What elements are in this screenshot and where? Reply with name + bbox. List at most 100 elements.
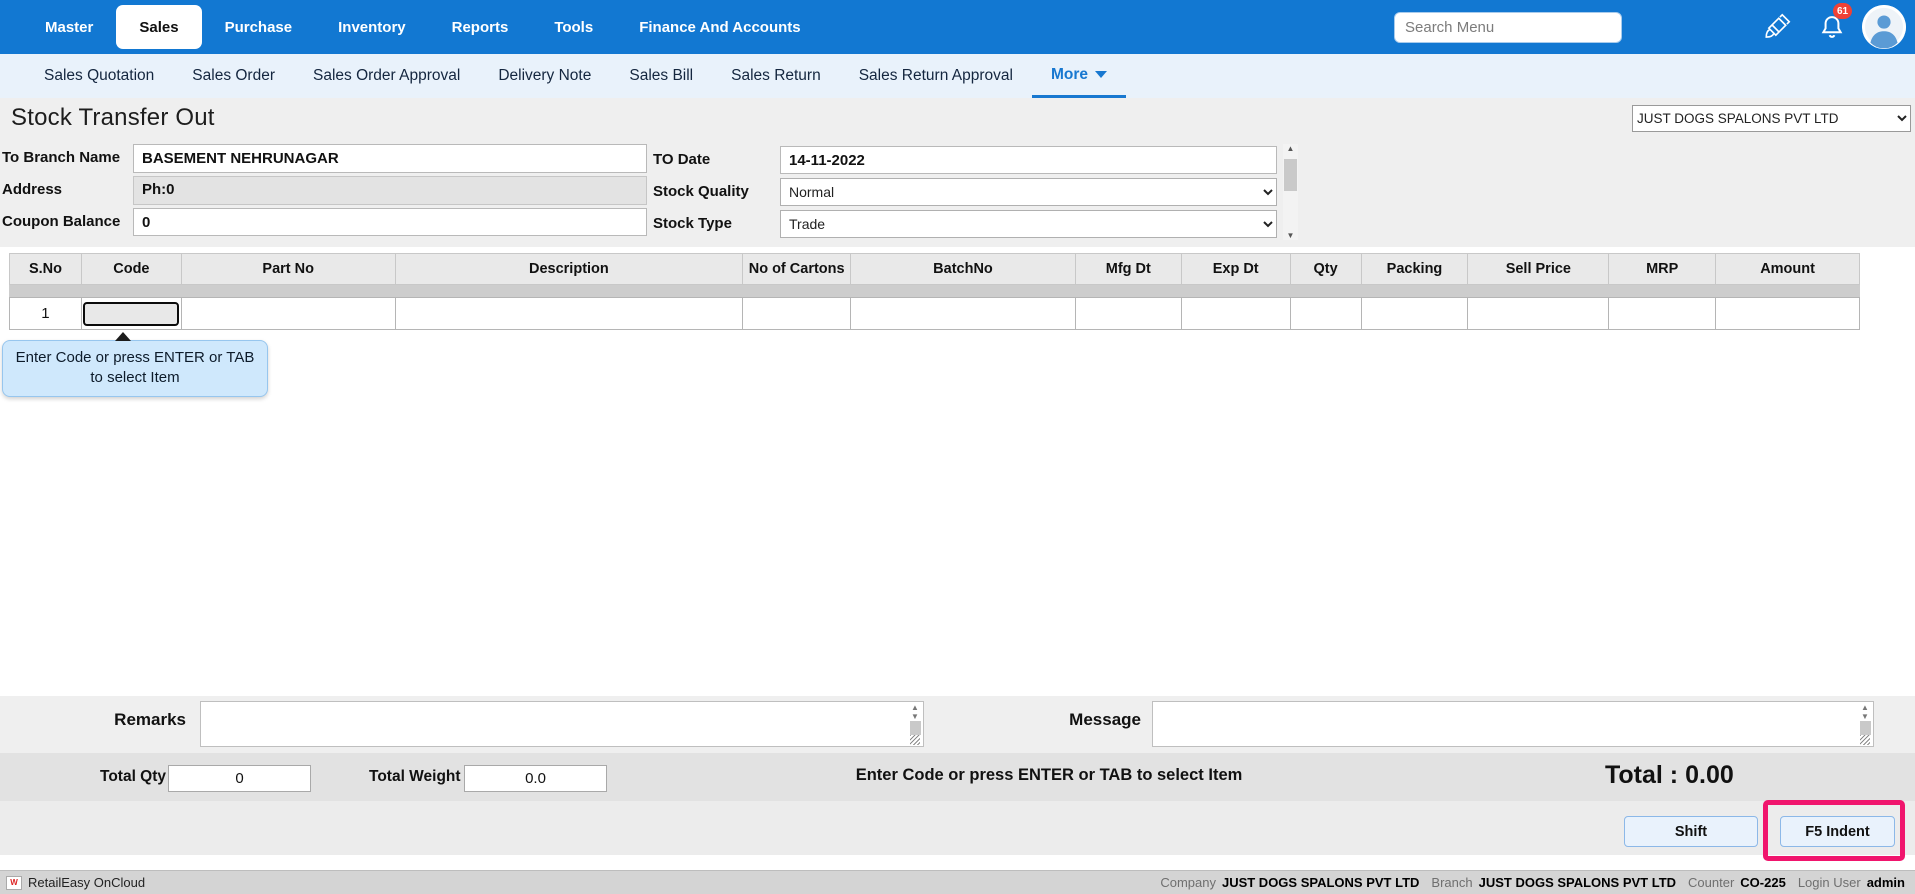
notification-count-badge: 61 bbox=[1833, 3, 1852, 19]
stock-transfer-header-band: Stock Transfer Out JUST DOGS SPALONS PVT… bbox=[0, 98, 1915, 247]
tab-more-label: More bbox=[1051, 66, 1088, 84]
menu-finance-accounts[interactable]: Finance And Accounts bbox=[616, 0, 823, 54]
col-description: Description bbox=[396, 254, 744, 284]
grand-total: Total : 0.00 bbox=[1605, 761, 1734, 790]
to-branch-name-input[interactable] bbox=[133, 144, 647, 173]
coupon-balance-input[interactable] bbox=[133, 208, 647, 236]
top-navigation-bar: Master Sales Purchase Inventory Reports … bbox=[0, 0, 1915, 54]
menu-inventory[interactable]: Inventory bbox=[315, 0, 429, 54]
scrollbar-thumb[interactable] bbox=[1284, 159, 1297, 191]
row-part-no-cell[interactable] bbox=[182, 298, 396, 329]
row-qty-cell[interactable] bbox=[1291, 298, 1362, 329]
table-row: 1 bbox=[9, 297, 1860, 330]
menu-sales[interactable]: Sales bbox=[116, 5, 201, 49]
row-description-cell[interactable] bbox=[396, 298, 744, 329]
sales-sub-navigation: Sales Quotation Sales Order Sales Order … bbox=[0, 54, 1915, 98]
col-code: Code bbox=[82, 254, 182, 284]
tab-sales-bill[interactable]: Sales Bill bbox=[610, 54, 712, 98]
menu-purchase[interactable]: Purchase bbox=[202, 0, 316, 54]
message-field-wrap: ▲ ▼ bbox=[1152, 701, 1874, 747]
tab-delivery-note[interactable]: Delivery Note bbox=[479, 54, 610, 98]
branch-value: JUST DOGS SPALONS PVT LTD bbox=[1479, 875, 1676, 890]
tab-sales-order[interactable]: Sales Order bbox=[173, 54, 294, 98]
tab-sales-order-approval[interactable]: Sales Order Approval bbox=[294, 54, 479, 98]
row-sell-price-cell[interactable] bbox=[1468, 298, 1609, 329]
f5-indent-button[interactable]: F5 Indent bbox=[1780, 816, 1895, 847]
row-batchno-cell[interactable] bbox=[851, 298, 1076, 329]
chevron-down-icon bbox=[1095, 71, 1107, 78]
total-weight-input[interactable] bbox=[464, 765, 607, 792]
grand-total-value: 0.00 bbox=[1685, 761, 1734, 789]
status-session-info: Company JUST DOGS SPALONS PVT LTD Branch… bbox=[1160, 875, 1905, 890]
app-name: RetailEasy OnCloud bbox=[28, 875, 145, 890]
message-label: Message bbox=[1065, 710, 1141, 730]
stock-quality-select[interactable]: Normal bbox=[780, 178, 1277, 206]
shift-button[interactable]: Shift bbox=[1624, 816, 1758, 847]
row-amount-cell[interactable] bbox=[1716, 298, 1859, 329]
row-packing-cell[interactable] bbox=[1362, 298, 1469, 329]
remarks-band: Remarks ▲ ▼ Message ▲ ▼ bbox=[0, 696, 1915, 753]
to-branch-name-label: To Branch Name bbox=[2, 149, 120, 166]
login-user-label: Login User bbox=[1798, 875, 1861, 890]
code-entry-tooltip: Enter Code or press ENTER or TAB to sele… bbox=[2, 340, 268, 397]
tooltip-text: Enter Code or press ENTER or TAB to sele… bbox=[16, 349, 255, 386]
row-code-cell bbox=[82, 298, 182, 329]
tab-sales-quotation[interactable]: Sales Quotation bbox=[25, 54, 173, 98]
col-part-no: Part No bbox=[182, 254, 396, 284]
counter-value: CO-225 bbox=[1740, 875, 1786, 890]
login-user-value: admin bbox=[1867, 875, 1905, 890]
item-table-header: S.No Code Part No Description No of Cart… bbox=[9, 253, 1860, 285]
col-packing: Packing bbox=[1362, 254, 1469, 284]
tab-sales-return-approval[interactable]: Sales Return Approval bbox=[840, 54, 1032, 98]
retaileasy-logo-icon: W bbox=[6, 876, 22, 890]
col-mfg-dt: Mfg Dt bbox=[1076, 254, 1182, 284]
scroll-down-icon[interactable]: ▼ bbox=[1287, 231, 1295, 240]
form-vertical-scrollbar[interactable]: ▲ ▼ bbox=[1283, 144, 1298, 240]
tab-sales-return[interactable]: Sales Return bbox=[712, 54, 840, 98]
row-exp-dt-cell[interactable] bbox=[1182, 298, 1291, 329]
remarks-field-wrap: ▲ ▼ bbox=[200, 701, 924, 747]
stock-quality-label: Stock Quality bbox=[653, 183, 749, 200]
tab-more[interactable]: More bbox=[1032, 54, 1126, 98]
col-qty: Qty bbox=[1291, 254, 1362, 284]
col-mrp: MRP bbox=[1609, 254, 1716, 284]
stock-type-select[interactable]: Trade bbox=[780, 210, 1277, 238]
user-avatar[interactable] bbox=[1862, 5, 1906, 49]
totals-band: Total Qty Total Weight Enter Code or pre… bbox=[0, 753, 1915, 801]
row-mrp-cell[interactable] bbox=[1609, 298, 1716, 329]
stock-type-label: Stock Type bbox=[653, 215, 732, 232]
address-field: Ph:0 bbox=[133, 176, 647, 205]
coupon-balance-label: Coupon Balance bbox=[2, 213, 120, 230]
total-weight-label: Total Weight bbox=[369, 768, 461, 786]
remarks-textarea[interactable] bbox=[200, 701, 924, 747]
grand-total-label: Total : bbox=[1605, 761, 1678, 789]
branch-label: Branch bbox=[1431, 875, 1472, 890]
message-textarea[interactable] bbox=[1152, 701, 1874, 747]
counter-label: Counter bbox=[1688, 875, 1734, 890]
actions-band: Shift F5 Indent bbox=[0, 801, 1915, 855]
menu-master[interactable]: Master bbox=[22, 0, 116, 54]
row-sno-cell: 1 bbox=[10, 298, 82, 329]
col-exp-dt: Exp Dt bbox=[1182, 254, 1291, 284]
total-qty-input[interactable] bbox=[168, 765, 311, 792]
tooltip-arrow-icon bbox=[115, 332, 131, 341]
col-batchno: BatchNo bbox=[851, 254, 1076, 284]
row-mfg-dt-cell[interactable] bbox=[1076, 298, 1182, 329]
menu-reports[interactable]: Reports bbox=[429, 0, 532, 54]
company-select[interactable]: JUST DOGS SPALONS PVT LTD bbox=[1632, 105, 1911, 132]
status-app: W RetailEasy OnCloud bbox=[6, 875, 145, 890]
main-menu: Master Sales Purchase Inventory Reports … bbox=[0, 0, 824, 54]
col-no-of-cartons: No of Cartons bbox=[743, 254, 851, 284]
row-no-of-cartons-cell[interactable] bbox=[743, 298, 851, 329]
scroll-up-icon[interactable]: ▲ bbox=[1287, 144, 1295, 153]
table-separator-strip bbox=[9, 285, 1860, 297]
page-title: Stock Transfer Out bbox=[11, 104, 215, 132]
item-code-input[interactable] bbox=[83, 302, 179, 326]
paintbrush-icon[interactable] bbox=[1763, 13, 1791, 41]
menu-tools[interactable]: Tools bbox=[531, 0, 616, 54]
to-date-input[interactable] bbox=[780, 146, 1277, 174]
search-input[interactable] bbox=[1394, 12, 1622, 43]
col-sno: S.No bbox=[10, 254, 82, 284]
col-amount: Amount bbox=[1716, 254, 1859, 284]
to-date-label: TO Date bbox=[653, 151, 710, 168]
